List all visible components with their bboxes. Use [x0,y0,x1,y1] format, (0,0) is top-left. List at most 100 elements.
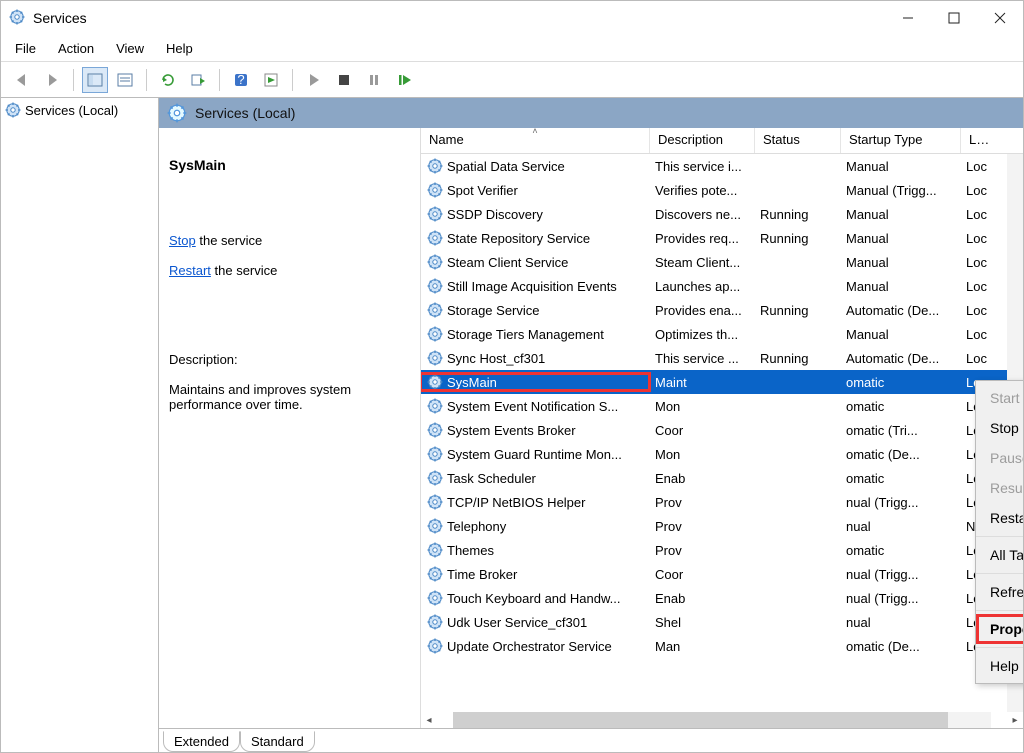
col-name[interactable]: Name˄ [421,128,649,153]
service-row[interactable]: SysMainMaintomaticLoc [421,370,1023,394]
services-node-icon [5,102,21,118]
close-button[interactable] [977,2,1023,34]
description-text: Maintains and improves system performanc… [169,382,406,412]
main-panel: Services (Local) SysMain Stop the servic… [159,98,1023,752]
service-icon [427,566,443,582]
service-row[interactable]: System Event Notification S...MonomaticL… [421,394,1023,418]
service-row[interactable]: Sync Host_cf301This service ...RunningAu… [421,346,1023,370]
service-row[interactable]: Steam Client ServiceSteam Client...Manua… [421,250,1023,274]
col-startup-type[interactable]: Startup Type [840,128,960,153]
restart-link[interactable]: Restart [169,263,211,278]
service-row[interactable]: Storage ServiceProvides ena...RunningAut… [421,298,1023,322]
tab-standard[interactable]: Standard [240,731,315,752]
toolbar-separator [292,69,293,91]
service-row[interactable]: Time BrokerCoornual (Trigg...Loc [421,562,1023,586]
start-service-button[interactable] [301,67,327,93]
service-row[interactable]: System Events BrokerCooromatic (Tri...Lo… [421,418,1023,442]
service-row[interactable]: TCP/IP NetBIOS HelperProvnual (Trigg...L… [421,490,1023,514]
services-rows: Spatial Data ServiceThis service i...Man… [421,154,1023,712]
scroll-left-icon[interactable]: ◂ [421,715,437,726]
service-icon [427,254,443,270]
service-icon [427,398,443,414]
menubar: File Action View Help [1,35,1023,61]
service-icon [427,302,443,318]
service-row[interactable]: Udk User Service_cf301ShelnualLoc [421,610,1023,634]
toolbar-separator [219,69,220,91]
service-icon [427,206,443,222]
service-icon [427,422,443,438]
show-hide-tree-button[interactable] [82,67,108,93]
forward-button[interactable] [39,67,65,93]
context-menu-properties[interactable]: Properties [976,614,1023,644]
detail-view-button[interactable] [112,67,138,93]
stop-link[interactable]: Stop [169,233,196,248]
stop-service-button[interactable] [331,67,357,93]
horizontal-scrollbar[interactable]: ◂ ▸ [421,712,1023,728]
maximize-button[interactable] [931,2,977,34]
service-icon [427,494,443,510]
properties-button[interactable] [258,67,284,93]
help-button[interactable]: ? [228,67,254,93]
toolbar-separator [73,69,74,91]
minimize-button[interactable] [885,2,931,34]
service-row[interactable]: ThemesProvomaticLoc [421,538,1023,562]
scroll-right-icon[interactable]: ▸ [1007,715,1023,726]
service-row[interactable]: Update Orchestrator ServiceManomatic (De… [421,634,1023,658]
context-menu: StartStopPauseResumeRestartAll Tasks▸Ref… [975,380,1023,684]
navigation-tree: Services (Local) [1,98,159,752]
window-title: Services [33,10,87,26]
context-menu-help[interactable]: Help [976,651,1023,681]
service-row[interactable]: Still Image Acquisition EventsLaunches a… [421,274,1023,298]
service-icon [427,158,443,174]
context-menu-all-tasks[interactable]: All Tasks▸ [976,540,1023,570]
context-menu-separator [976,610,1023,611]
service-row[interactable]: State Repository ServiceProvides req...R… [421,226,1023,250]
menu-file[interactable]: File [15,41,36,56]
col-logon[interactable]: Log [960,128,998,153]
context-menu-restart[interactable]: Restart [976,503,1023,533]
context-menu-stop[interactable]: Stop [976,413,1023,443]
workspace: Services (Local) Services (Local) SysMai… [1,97,1023,752]
service-icon [427,638,443,654]
view-tabs: Extended Standard [159,728,1023,752]
service-row[interactable]: Storage Tiers ManagementOptimizes th...M… [421,322,1023,346]
stop-line: Stop the service [169,233,406,248]
description-block: Description: Maintains and improves syst… [169,337,406,427]
col-description[interactable]: Description [649,128,754,153]
service-icon [427,590,443,606]
services-app-icon [9,9,27,27]
tab-extended[interactable]: Extended [163,731,240,752]
menu-action[interactable]: Action [58,41,94,56]
menu-view[interactable]: View [116,41,144,56]
pause-service-button[interactable] [361,67,387,93]
refresh-button[interactable] [155,67,181,93]
service-icon [427,470,443,486]
service-icon [427,230,443,246]
toolbar-separator [146,69,147,91]
service-icon [427,518,443,534]
menu-help[interactable]: Help [166,41,193,56]
restart-service-button[interactable] [391,67,417,93]
selected-service-name: SysMain [169,157,406,173]
context-menu-start: Start [976,383,1023,413]
sort-indicator-icon: ˄ [532,128,537,136]
detail-pane: SysMain Stop the service Restart the ser… [159,128,421,728]
titlebar: Services [1,1,1023,35]
service-row[interactable]: Spot VerifierVerifies pote...Manual (Tri… [421,178,1023,202]
export-button[interactable] [185,67,211,93]
service-icon [427,446,443,462]
service-row[interactable]: Task SchedulerEnabomaticLoc [421,466,1023,490]
context-menu-refresh[interactable]: Refresh [976,577,1023,607]
service-row[interactable]: TelephonyProvnualNe [421,514,1023,538]
service-icon [427,542,443,558]
service-row[interactable]: Touch Keyboard and Handw...Enabnual (Tri… [421,586,1023,610]
service-row[interactable]: Spatial Data ServiceThis service i...Man… [421,154,1023,178]
col-status[interactable]: Status [754,128,840,153]
service-row[interactable]: SSDP DiscoveryDiscovers ne...RunningManu… [421,202,1023,226]
service-row[interactable]: System Guard Runtime Mon...Monomatic (De… [421,442,1023,466]
service-icon [427,350,443,366]
main-header: Services (Local) [159,98,1023,128]
back-button[interactable] [9,67,35,93]
nav-root-item[interactable]: Services (Local) [5,100,154,120]
nav-root-label: Services (Local) [25,103,118,118]
